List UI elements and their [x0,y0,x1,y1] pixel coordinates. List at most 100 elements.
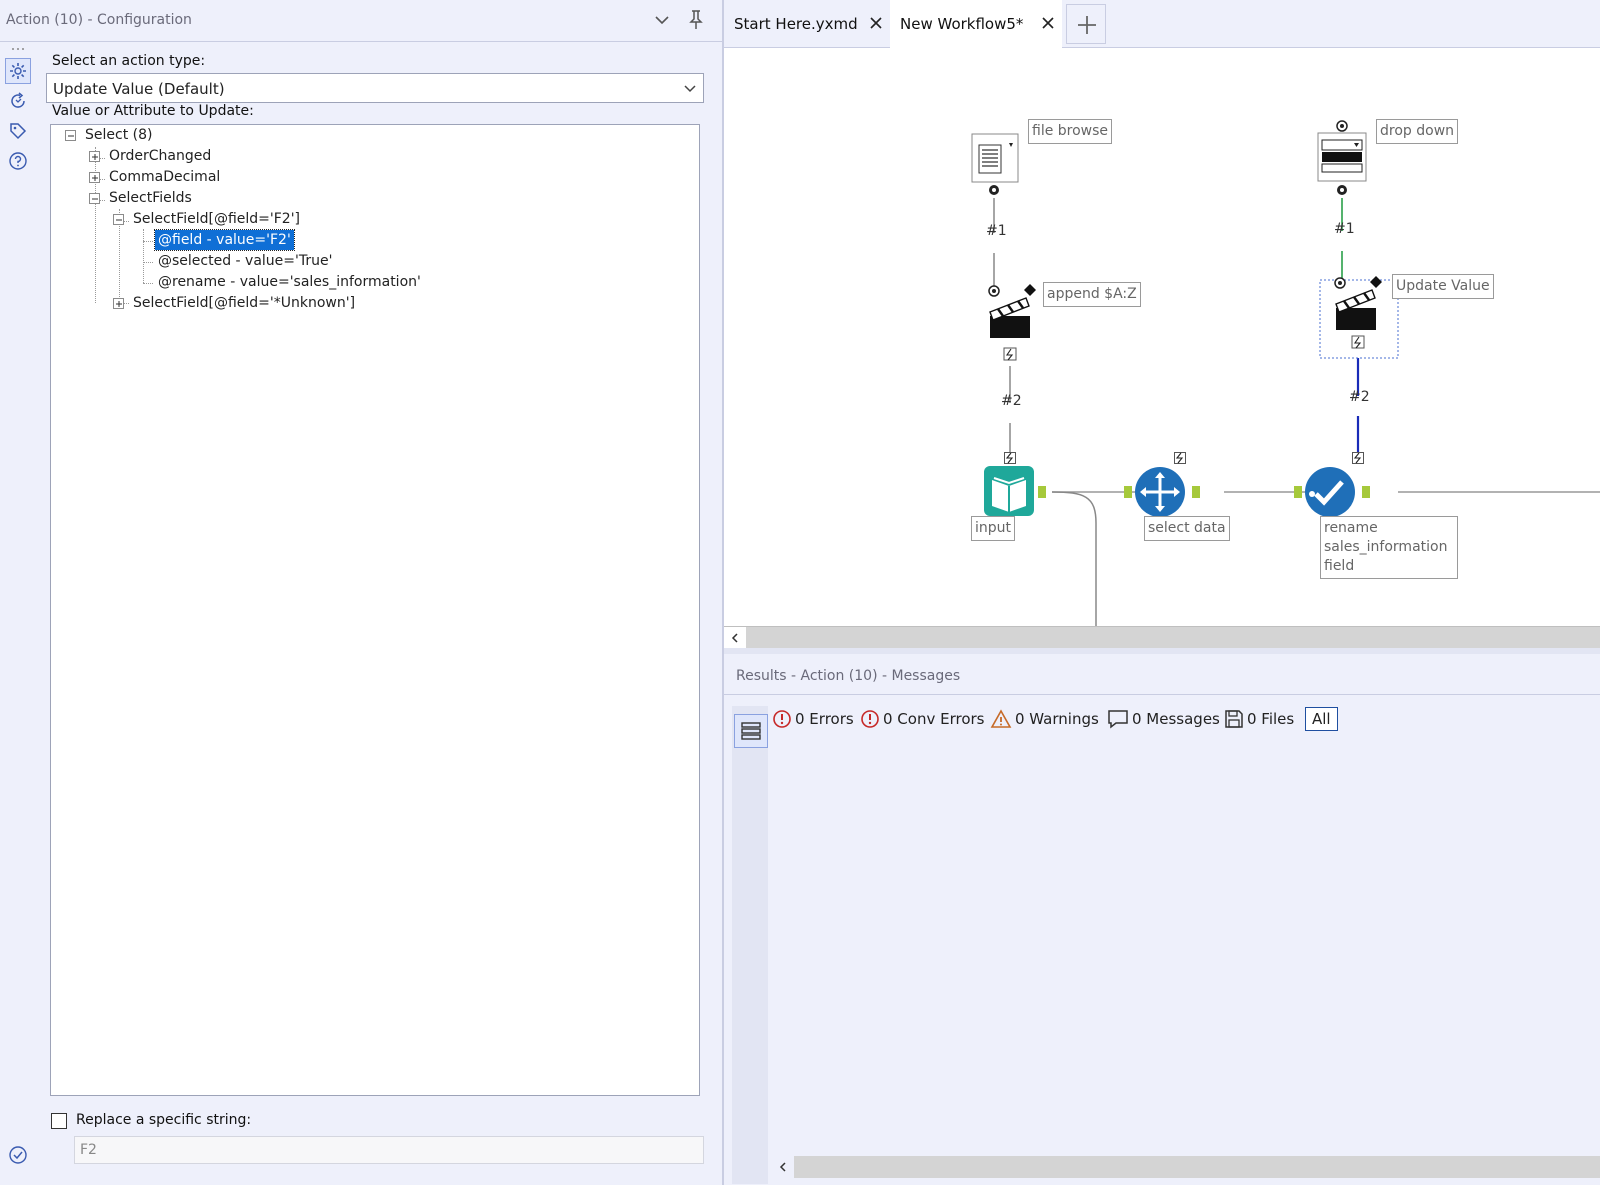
expand-icon[interactable] [89,172,100,183]
expand-icon[interactable] [113,298,124,309]
connection-label: #1 [986,223,1007,239]
rename-field-label: rename sales_information field [1320,516,1458,579]
action-type-value: Update Value (Default) [53,80,225,98]
results-panel: Results - Action (10) - Messages 0 Error… [724,648,1600,1185]
drop-down-icon [1317,120,1367,195]
select-data-label: select data [1144,516,1230,541]
connection-label: #2 [1001,393,1022,409]
connection-label: #1 [1334,221,1355,237]
help-icon[interactable] [5,148,31,174]
checkmark-tool-icon [1294,467,1370,517]
input-data-tool[interactable] [984,466,1054,522]
panel-title: Action (10) - Configuration [6,12,192,28]
file-browse-label: file browse [1028,119,1113,144]
all-filter-label: All [1305,707,1338,731]
append-action-label: append $A:Z [1043,282,1141,307]
conv-errors-count: 0 Conv Errors [883,710,985,728]
replace-string-input[interactable]: F2 [74,1136,704,1164]
input-label: input [971,516,1016,541]
collapse-icon[interactable] [89,193,100,204]
close-icon[interactable] [868,15,884,31]
replace-string-checkbox[interactable] [51,1113,67,1129]
all-filter[interactable]: All [1305,704,1338,734]
configuration-panel: Action (10) - Configuration Select an ac… [0,0,722,1185]
tree-node-label: @selected - value='True' [158,253,333,269]
file-browse-tool[interactable] [969,133,1019,201]
drop-down-tool[interactable] [1316,120,1368,202]
scroll-left-icon[interactable] [772,1156,794,1178]
action-clapper-icon [1334,276,1382,349]
workflow-canvas[interactable]: file browse #1 drop down #1 append $A:Z … [724,48,1600,626]
expand-icon[interactable] [89,151,100,162]
list-view-button[interactable] [734,714,768,748]
grip-icon [12,48,24,50]
messages-filter[interactable]: 0 Messages [1107,704,1220,734]
tab-new-workflow5[interactable]: New Workflow5* [890,0,1062,48]
connection-label: #2 [1349,389,1370,405]
results-side-rail [732,706,768,1184]
lightning-anchor-icon [1174,452,1186,464]
configuration-header: Action (10) - Configuration [0,0,722,42]
action-type-label: Select an action type: [52,53,206,69]
close-icon[interactable] [1040,15,1056,31]
tree-node-label: @rename - value='sales_information' [158,274,421,290]
results-title: Results - Action (10) - Messages [736,668,961,684]
scroll-left-icon[interactable] [724,627,746,649]
refresh-icon[interactable] [5,88,31,114]
tree-node-label: CommaDecimal [109,169,221,185]
errors-count: 0 Errors [795,710,854,728]
select-tool[interactable] [1124,466,1202,522]
rename-select-tool[interactable] [1294,466,1372,522]
update-value-label: Update Value [1392,274,1494,299]
collapse-icon[interactable] [65,130,76,141]
conv-error-icon [861,710,879,728]
pin-icon[interactable] [686,9,706,31]
tree-node-label: SelectFields [109,190,192,206]
value-attribute-label: Value or Attribute to Update: [52,103,254,119]
chevron-down-icon [684,85,696,93]
tree-node-label: SelectField[@field='F2'] [133,211,301,227]
xml-tree: Select (8) OrderChanged CommaDecimal Sel… [50,124,700,1096]
list-icon [741,722,761,740]
conv-errors-filter[interactable]: 0 Conv Errors [860,704,985,734]
add-tab-button[interactable] [1066,4,1106,44]
replace-string-label: Replace a specific string: [76,1112,252,1128]
tab-label: New Workflow5* [900,15,1024,33]
plus-icon [1078,16,1096,34]
collapse-icon[interactable] [113,214,124,225]
warnings-count: 0 Warnings [1015,710,1099,728]
select-move-icon [1124,467,1200,517]
canvas-horizontal-scrollbar[interactable] [724,626,1600,649]
results-divider [724,694,1600,695]
message-icon [1108,710,1128,729]
save-icon [1225,710,1243,728]
gear-icon[interactable] [5,58,31,84]
files-count: 0 Files [1247,710,1295,728]
tree-node-label: SelectField[@field='*Unknown'] [133,295,356,311]
append-action-tool[interactable] [984,284,1036,372]
drop-down-label: drop down [1376,119,1459,144]
replace-string-value: F2 [80,1142,97,1158]
error-icon [773,710,791,728]
book-icon [984,466,1046,516]
update-value-action-tool[interactable] [1330,276,1382,364]
chevron-down-icon[interactable] [652,10,672,30]
lightning-anchor-icon [1352,452,1364,464]
check-circle-icon[interactable] [5,1142,31,1168]
action-type-dropdown[interactable]: Update Value (Default) [46,73,704,103]
action-clapper-icon [988,284,1036,361]
workflow-tab-bar: Start Here.yxmd New Workflow5* [724,0,1600,48]
lightning-anchor-icon [1004,452,1016,464]
tree-node-label-selected: @field - value='F2' [154,229,295,251]
warning-icon [990,709,1012,728]
warnings-filter[interactable]: 0 Warnings [990,704,1099,734]
tag-icon[interactable] [5,118,31,144]
results-horizontal-scrollbar[interactable] [772,1156,1600,1178]
file-browse-icon [971,133,1019,195]
tab-start-here[interactable]: Start Here.yxmd [724,0,888,48]
configuration-body: Select an action type: Update Value (Def… [36,42,722,1185]
files-filter[interactable]: 0 Files [1224,704,1294,734]
errors-filter[interactable]: 0 Errors [772,704,854,734]
tab-label: Start Here.yxmd [734,15,858,33]
messages-count: 0 Messages [1132,710,1220,728]
